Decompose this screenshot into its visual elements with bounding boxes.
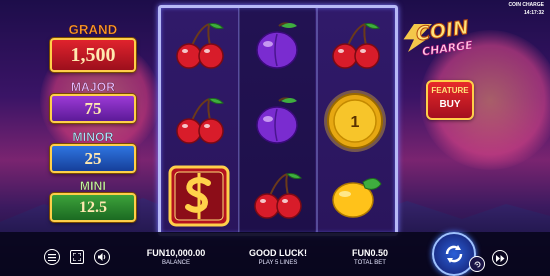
- jackpot-mini: MINI 12.5: [50, 179, 136, 222]
- speaker-icon: [97, 253, 105, 261]
- jackpot-grand: GRAND 1,500: [50, 22, 136, 72]
- reel-area: 1: [158, 5, 398, 236]
- reel-1: [161, 8, 237, 233]
- jackpot-minor: MINOR 25: [50, 130, 136, 173]
- jackpot-minor-label: MINOR: [72, 130, 114, 144]
- dollar-bonus-icon: [161, 158, 237, 233]
- coin-1-icon: 1: [317, 83, 393, 158]
- lemon-icon: [317, 158, 393, 233]
- jackpot-major: MAJOR 75: [50, 80, 136, 123]
- jackpot-mini-value: 12.5: [50, 193, 136, 222]
- balance-label: BALANCE: [161, 260, 190, 266]
- fullscreen-icon: [73, 253, 81, 261]
- sound-button[interactable]: [94, 249, 110, 265]
- clock: 14:17:32: [523, 10, 544, 16]
- spin-button[interactable]: [432, 232, 476, 276]
- jackpot-mini-label: MINI: [79, 179, 107, 193]
- status-message: GOOD LUCK!: [249, 248, 307, 258]
- menu-button[interactable]: [44, 249, 60, 265]
- autoplay-button[interactable]: [469, 256, 485, 272]
- feature-buy-button[interactable]: FEATURE BUY: [426, 80, 474, 120]
- cherries-icon: [161, 8, 237, 83]
- fullscreen-button[interactable]: [70, 250, 84, 264]
- game-title: COIN CHARGE: [508, 2, 544, 8]
- menu-icon: [48, 253, 56, 261]
- balance-value: FUN10,000.00: [146, 248, 206, 258]
- message-display: GOOD LUCK! PLAY 5 LINES: [240, 248, 316, 266]
- cherries-icon: [317, 8, 393, 83]
- bet-value: FUN0.50: [351, 248, 388, 258]
- jackpot-grand-value: 1,500: [50, 38, 136, 72]
- game-logo: COIN CHARGE: [402, 16, 482, 68]
- reel-3: 1: [317, 8, 393, 233]
- fast-forward-icon: [495, 254, 504, 262]
- balance-display: FUN10,000.00 BALANCE: [136, 248, 216, 266]
- bet-display[interactable]: FUN0.50 TOTAL BET: [340, 248, 400, 266]
- jackpot-grand-label: GRAND: [68, 22, 118, 37]
- autoplay-icon: [474, 261, 480, 267]
- jackpot-major-value: 75: [50, 94, 136, 123]
- spin-arrows-icon: [445, 245, 463, 263]
- bet-label: TOTAL BET: [354, 260, 386, 266]
- feature-buy-label-top: FEATURE: [431, 86, 469, 95]
- top-info: COIN CHARGE 14:17:32: [508, 1, 544, 17]
- coin-value: 1: [351, 114, 360, 131]
- lines-info: PLAY 5 LINES: [258, 260, 298, 266]
- jackpot-minor-value: 25: [50, 144, 136, 173]
- plum-icon: [239, 83, 315, 158]
- turbo-button[interactable]: [492, 250, 508, 266]
- cherries-icon: [161, 83, 237, 158]
- feature-buy-label-bottom: BUY: [439, 99, 461, 110]
- cherries-icon: [239, 158, 315, 233]
- reel-2: [239, 8, 315, 233]
- jackpot-major-label: MAJOR: [70, 80, 116, 94]
- plum-icon: [239, 8, 315, 83]
